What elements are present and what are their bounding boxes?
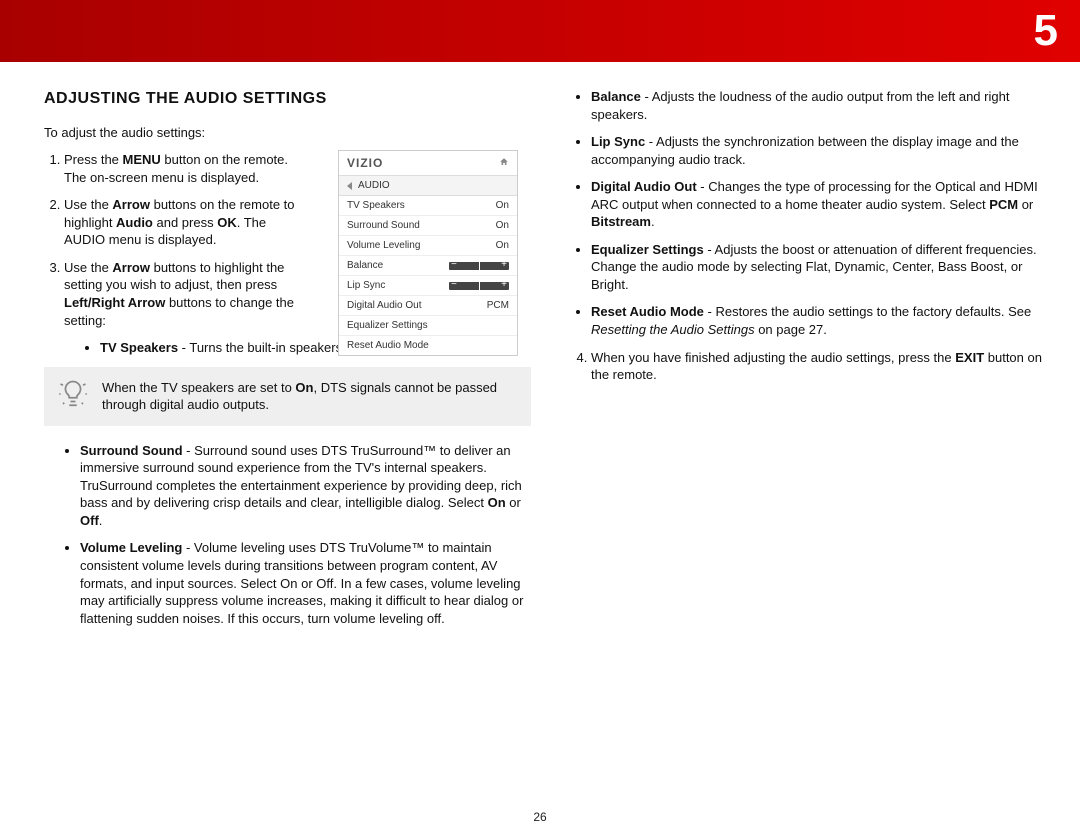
osd-row-value: On [496,220,509,231]
tv-speakers-label: TV Speakers [100,340,178,355]
text: - Adjusts the loudness of the audio outp… [591,89,1009,122]
text: Use the [64,260,112,275]
text: and press [153,215,217,230]
osd-row-label: Digital Audio Out [347,300,422,311]
exit-ref: EXIT [955,350,984,365]
off-label: Off [80,513,99,528]
chapter-number: 5 [1034,6,1058,56]
on-label: On [488,495,506,510]
text: or [506,495,521,510]
text: or [1018,197,1033,212]
lightbulb-icon [58,379,88,414]
osd-row-label: Lip Sync [347,280,385,291]
osd-row-value: On [496,200,509,211]
bullet-digital-audio-out: Digital Audio Out - Changes the type of … [591,178,1058,231]
bullet-surround: Surround Sound - Surround sound uses DTS… [80,442,531,530]
note-callout: When the TV speakers are set to On, DTS … [44,367,531,426]
pcm-label: PCM [989,197,1018,212]
callout-text: When the TV speakers are set to On, DTS … [102,379,517,414]
text: When you have finished adjusting the aud… [591,350,955,365]
osd-row-label: Surround Sound [347,220,420,231]
text: - Adjusts the synchronization between th… [591,134,1019,167]
osd-slider: −+ [449,262,509,270]
osd-row: Volume Leveling On [339,236,517,256]
osd-row: Equalizer Settings [339,316,517,336]
equalizer-label: Equalizer Settings [591,242,704,257]
audio-osd-menu: VIZIO AUDIO TV Speakers On Surround Sound O… [338,150,518,356]
lipsync-label: Lip Sync [591,134,645,149]
osd-header: VIZIO [339,151,517,176]
lr-arrow-ref: Left/Right Arrow [64,295,165,310]
balance-label: Balance [591,89,641,104]
osd-slider: −+ [449,282,509,290]
back-triangle-icon [347,182,352,190]
osd-row: Digital Audio Out PCM [339,296,517,316]
osd-row-label: Volume Leveling [347,240,420,251]
step-4: When you have finished adjusting the aud… [591,349,1058,384]
text: Press the [64,152,123,167]
text: . [99,513,103,528]
osd-row-value: On [496,240,509,251]
osd-rows: TV SpeakersOnSurround SoundOnVolume Leve… [339,196,517,355]
osd-subheader: AUDIO [339,176,517,196]
osd-row: Balance −+ [339,256,517,276]
arrow-ref: Arrow [112,197,150,212]
arrow-ref: Arrow [112,260,150,275]
chapter-banner: 5 [0,0,1080,62]
text: Use the [64,197,112,212]
osd-row-label: Balance [347,260,383,271]
page-number: 26 [0,810,1080,824]
bullet-volume-leveling: Volume Leveling - Volume leveling uses D… [80,539,531,627]
text: on page 27. [755,322,827,337]
osd-row: Lip Sync −+ [339,276,517,296]
osd-title: AUDIO [358,180,390,191]
osd-row-label: Equalizer Settings [347,320,428,331]
intro-text: To adjust the audio settings: [44,124,531,142]
text: . [651,214,655,229]
volume-leveling-label: Volume Leveling [80,540,182,555]
osd-row: Surround Sound On [339,216,517,236]
right-column: Balance - Adjusts the loudness of the au… [571,88,1058,637]
bullet-lip-sync: Lip Sync - Adjusts the synchronization b… [591,133,1058,168]
bullet-equalizer: Equalizer Settings - Adjusts the boost o… [591,241,1058,294]
page-content: ADJUSTING THE AUDIO SETTINGS To adjust t… [0,62,1080,804]
text: - Restores the audio settings to the fac… [704,304,1031,319]
osd-row-value: PCM [487,300,509,311]
bullet-balance: Balance - Adjusts the loudness of the au… [591,88,1058,123]
bullet-reset-audio: Reset Audio Mode - Restores the audio se… [591,303,1058,338]
osd-row-label: TV Speakers [347,200,405,211]
osd-row-label: Reset Audio Mode [347,340,429,351]
osd-row: Reset Audio Mode [339,336,517,355]
audio-ref: Audio [116,215,153,230]
menu-button-ref: MENU [123,152,161,167]
manual-page: 5 ADJUSTING THE AUDIO SETTINGS To adjust… [0,0,1080,834]
home-icon [499,157,509,170]
section-heading: ADJUSTING THE AUDIO SETTINGS [44,88,531,110]
bitstream-label: Bitstream [591,214,651,229]
ok-ref: OK [217,215,237,230]
reset-reference: Resetting the Audio Settings [591,322,755,337]
osd-row: TV Speakers On [339,196,517,216]
dao-label: Digital Audio Out [591,179,697,194]
surround-label: Surround Sound [80,443,183,458]
reset-label: Reset Audio Mode [591,304,704,319]
vizio-logo: VIZIO [347,156,383,170]
